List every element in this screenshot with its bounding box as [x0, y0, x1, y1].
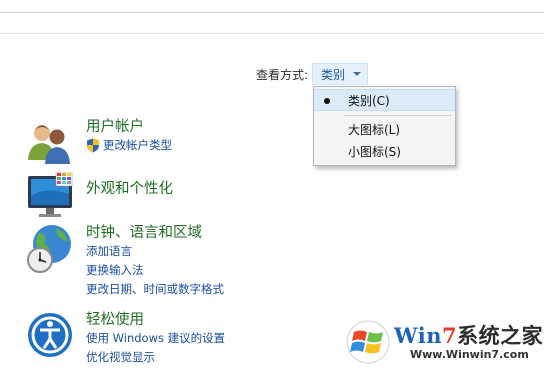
optimize-visual-display-link[interactable]: 优化视觉显示: [86, 348, 386, 367]
radio-dot-icon: [324, 98, 330, 104]
address-bar-divider: [0, 33, 544, 34]
category-title[interactable]: 用户帐户: [86, 118, 386, 136]
top-bar: [0, 0, 544, 13]
user-accounts-icon[interactable]: [26, 118, 74, 166]
change-account-type-link[interactable]: 更改帐户类型: [86, 136, 386, 155]
view-by-label: 查看方式:: [256, 67, 309, 82]
windows-logo-icon: [346, 320, 390, 364]
ease-of-access-icon[interactable]: [26, 311, 74, 359]
clock-globe-icon[interactable]: [26, 224, 74, 273]
view-by-dropdown[interactable]: 类别: [312, 63, 369, 85]
menu-separator: [344, 115, 452, 116]
change-date-time-format-link[interactable]: 更改日期、时间或数字格式: [86, 280, 386, 299]
category-title[interactable]: 时钟、语言和区域: [86, 224, 386, 242]
view-by-value: 类别: [321, 67, 346, 82]
uac-shield-icon: [87, 138, 99, 153]
category-title[interactable]: 轻松使用: [86, 311, 386, 329]
use-recommended-settings-link[interactable]: 使用 Windows 建议的设置: [86, 329, 386, 348]
add-language-link[interactable]: 添加语言: [86, 242, 386, 261]
change-input-method-link[interactable]: 更换输入法: [86, 261, 386, 280]
link-label: 更改帐户类型: [103, 138, 172, 152]
view-by: 查看方式: 类别: [256, 63, 369, 85]
appearance-personalization-icon[interactable]: [26, 171, 74, 220]
menu-item-category[interactable]: 类别(C): [314, 89, 455, 111]
menu-item-label: 类别(C): [348, 93, 390, 108]
watermark-brand: Win7系统之家: [394, 323, 544, 348]
category-title[interactable]: 外观和个性化: [86, 180, 386, 198]
chevron-down-icon: [353, 72, 362, 76]
watermark: Win7系统之家 Www.Winwin7.com: [346, 318, 544, 368]
watermark-url: Www.Winwin7.com: [410, 348, 529, 361]
